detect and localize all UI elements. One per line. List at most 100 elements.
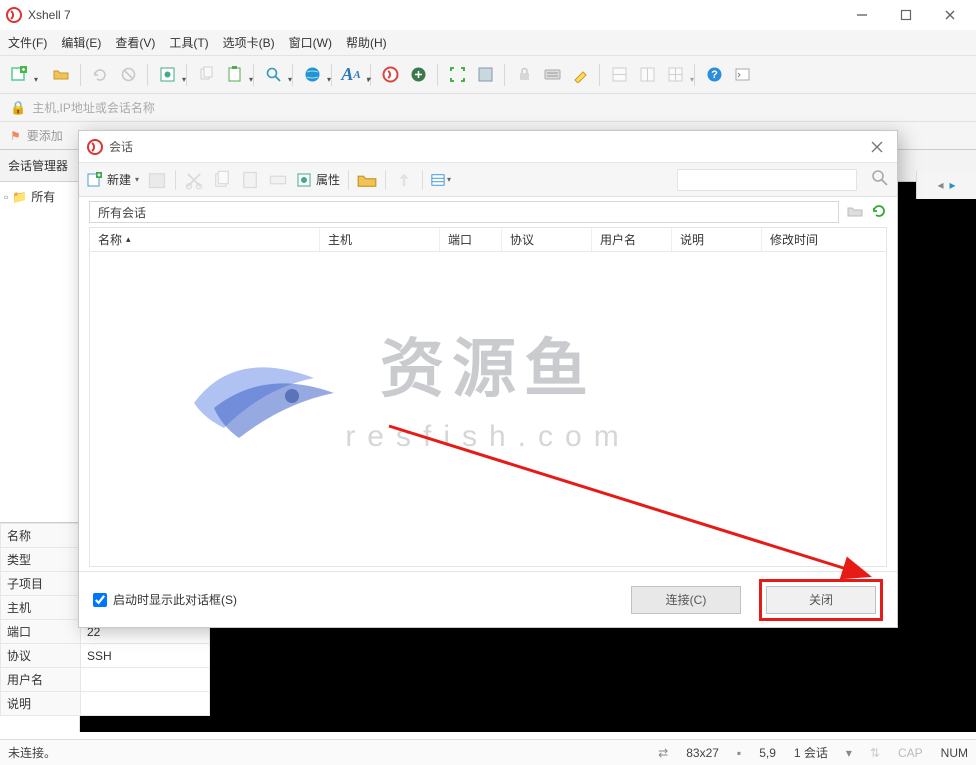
status-num: NUM — [941, 746, 968, 760]
menu-file[interactable]: 文件(F) — [8, 34, 47, 51]
disconnect-icon[interactable] — [117, 64, 139, 86]
status-pos-icon: ▪ — [737, 746, 741, 760]
watermark-logo-icon — [174, 338, 354, 468]
dialog-view-icon[interactable]: ▾ — [431, 170, 451, 190]
dialog-search-input[interactable] — [677, 169, 857, 191]
menu-help[interactable]: 帮助(H) — [346, 34, 387, 51]
tab-prev-icon[interactable]: ◂ — [937, 178, 943, 192]
new-session-icon[interactable]: ▾ — [8, 64, 30, 86]
keyboard-icon[interactable] — [541, 64, 563, 86]
col-host[interactable]: 主机 — [320, 228, 440, 251]
status-dim-icon: ⇄ — [658, 746, 668, 760]
tab-next-icon[interactable]: ▸ — [950, 178, 956, 192]
search-icon[interactable] — [871, 169, 889, 190]
panes-horiz-icon[interactable] — [608, 64, 630, 86]
menu-window[interactable]: 窗口(W) — [289, 34, 332, 51]
menu-tabs[interactable]: 选项卡(B) — [223, 34, 275, 51]
tab-navigation: ◂ ▸ — [916, 171, 976, 199]
dialog-paste-icon[interactable] — [240, 170, 260, 190]
terminal-extra-icon[interactable] — [731, 64, 753, 86]
reconnect-icon[interactable] — [89, 64, 111, 86]
tree-root-label: 所有 — [31, 188, 55, 205]
col-user[interactable]: 用户名 — [592, 228, 672, 251]
menu-edit[interactable]: 编辑(E) — [61, 34, 101, 51]
dialog-logo-icon — [87, 139, 103, 155]
show-on-startup-input[interactable] — [93, 593, 107, 607]
dialog-bottom-bar: 启动时显示此对话框(S) 连接(C) 关闭 — [79, 571, 897, 627]
status-bar: 未连接。 ⇄ 83x27 ▪ 5,9 1 会话 ▾ ⇅ CAP NUM — [0, 739, 976, 765]
dialog-new-button[interactable]: 新建 ▾ — [87, 171, 139, 188]
status-sessions: 1 会话 — [794, 744, 828, 761]
status-dimensions: 83x27 — [686, 746, 719, 760]
prop-host-key: 主机 — [1, 596, 81, 620]
show-on-startup-checkbox[interactable]: 启动时显示此对话框(S) — [93, 591, 237, 608]
maximize-button[interactable] — [892, 4, 920, 26]
open-icon[interactable] — [50, 64, 72, 86]
xftp-icon[interactable] — [407, 64, 429, 86]
panes-grid-icon[interactable]: ▾ — [664, 64, 686, 86]
prop-user-val — [81, 668, 210, 692]
font-icon[interactable]: AA▾ — [340, 64, 362, 86]
tree-root-item[interactable]: ▫ 📁 所有 — [4, 188, 75, 205]
dialog-up-icon[interactable] — [394, 170, 414, 190]
status-sessions-dropdown-icon[interactable]: ▾ — [846, 746, 852, 760]
folder-icon: 📁 — [12, 190, 27, 204]
sessions-dialog: 会话 新建 ▾ 属性 ▾ 所有会话 名称▴ — [78, 130, 898, 628]
col-protocol[interactable]: 协议 — [502, 228, 592, 251]
dialog-cut-icon[interactable] — [184, 170, 204, 190]
dialog-titlebar: 会话 — [79, 131, 897, 163]
chevron-down-icon: ▾ — [135, 175, 139, 184]
main-toolbar: ▾ ▾ ▾ ▾ ▾ AA▾ ▾ ? — [0, 56, 976, 94]
path-refresh-icon[interactable] — [871, 203, 887, 222]
highlight-icon[interactable] — [569, 64, 591, 86]
status-connection: 未连接。 — [8, 744, 56, 761]
dialog-close-button[interactable] — [865, 135, 889, 159]
menubar: 文件(F) 编辑(E) 查看(V) 工具(T) 选项卡(B) 窗口(W) 帮助(… — [0, 30, 976, 56]
panes-vert-icon[interactable] — [636, 64, 658, 86]
col-mtime[interactable]: 修改时间 — [762, 228, 886, 251]
dialog-toolbar: 新建 ▾ 属性 ▾ — [79, 163, 897, 197]
menu-view[interactable]: 查看(V) — [115, 34, 155, 51]
dialog-properties-button[interactable]: 属性 — [296, 171, 340, 188]
xshell-logo-icon[interactable] — [379, 64, 401, 86]
dialog-delete-icon[interactable] — [147, 170, 167, 190]
menu-tools[interactable]: 工具(T) — [169, 34, 208, 51]
col-desc[interactable]: 说明 — [672, 228, 762, 251]
dialog-copy-icon[interactable] — [212, 170, 232, 190]
address-input[interactable]: 主机,IP地址或会话名称 — [32, 99, 155, 116]
close-window-button[interactable] — [936, 4, 964, 26]
lock-icon[interactable] — [513, 64, 535, 86]
copy-icon[interactable] — [195, 64, 217, 86]
dialog-folder-icon[interactable] — [357, 170, 377, 190]
find-icon[interactable]: ▾ — [262, 64, 284, 86]
prop-proto-val: SSH — [81, 644, 210, 668]
minimize-button[interactable] — [848, 4, 876, 26]
col-name[interactable]: 名称▴ — [90, 228, 320, 251]
status-cap: CAP — [898, 746, 923, 760]
path-browse-icon[interactable] — [847, 203, 863, 222]
col-port[interactable]: 端口 — [440, 228, 502, 251]
minus-icon: ▫ — [4, 190, 8, 204]
dialog-title: 会话 — [109, 138, 865, 155]
prop-port-key: 端口 — [1, 620, 81, 644]
globe-icon[interactable]: ▾ — [301, 64, 323, 86]
dialog-properties-label: 属性 — [316, 171, 340, 188]
status-updown-icon: ⇅ — [870, 746, 880, 760]
dialog-path-input[interactable]: 所有会话 — [89, 201, 839, 223]
connect-button[interactable]: 连接(C) — [631, 586, 741, 614]
fullscreen-icon[interactable] — [446, 64, 468, 86]
paste-icon[interactable]: ▾ — [223, 64, 245, 86]
bookmark-hint: 要添加 — [27, 127, 63, 144]
address-bar: 🔒 主机,IP地址或会话名称 — [0, 94, 976, 122]
prop-sub-key: 子项目 — [1, 572, 81, 596]
help-icon[interactable]: ? — [703, 64, 725, 86]
close-button-highlight: 关闭 — [759, 579, 883, 621]
prop-user-key: 用户名 — [1, 668, 81, 692]
properties-icon[interactable]: ▾ — [156, 64, 178, 86]
lock-small-icon: 🔒 — [10, 100, 26, 116]
transparent-icon[interactable] — [474, 64, 496, 86]
dialog-rename-icon[interactable] — [268, 170, 288, 190]
show-on-startup-label: 启动时显示此对话框(S) — [113, 591, 237, 608]
titlebar: Xshell 7 — [0, 0, 976, 30]
close-button[interactable]: 关闭 — [766, 586, 876, 614]
